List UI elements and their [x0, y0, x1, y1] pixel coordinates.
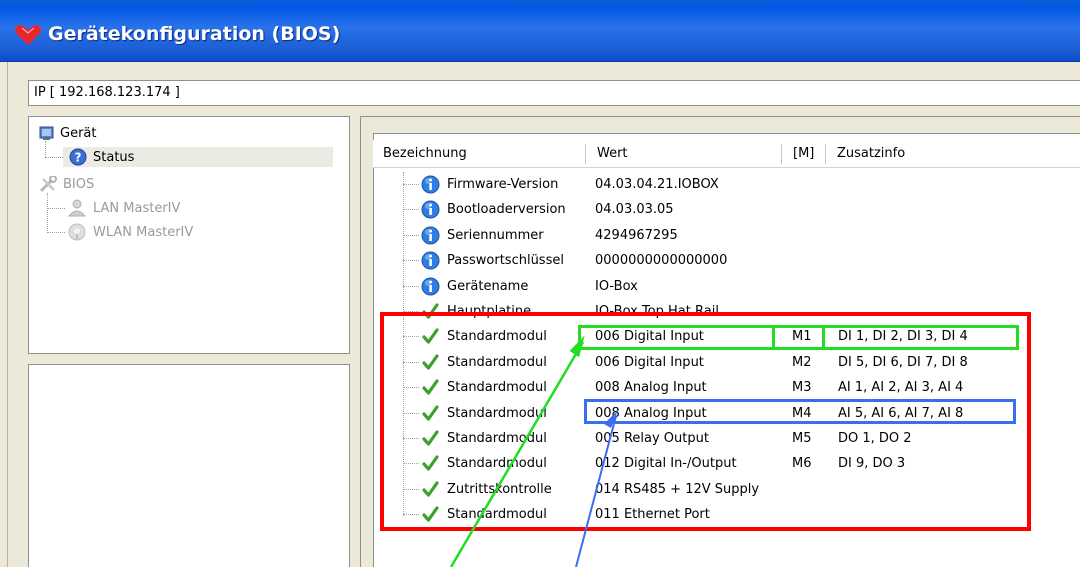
cell-wert: 04.03.04.21.IOBOX	[595, 177, 719, 192]
title-bar: Gerätekonfiguration (BIOS)	[0, 0, 1080, 62]
column-header-bezeichnung[interactable]: Bezeichnung	[377, 140, 467, 167]
cell-bezeichnung: Gerätename	[447, 279, 529, 294]
column-separator[interactable]	[825, 144, 826, 164]
tree-connector	[403, 286, 419, 287]
device-tree-panel: Gerät ? Status BIOS LAN MasterIV WLAN Ma…	[28, 116, 350, 354]
details-panel	[28, 364, 350, 567]
table-row[interactable]: Gerätename IO-Box	[373, 274, 1080, 299]
tree-item-label: BIOS	[63, 176, 95, 192]
tree-connector	[45, 141, 46, 157]
column-separator[interactable]	[781, 144, 782, 164]
tree-item-status[interactable]: ? Status	[63, 147, 333, 167]
cell-wert: 0000000000000000	[595, 253, 728, 268]
tree-connector	[47, 232, 65, 233]
cell-wert: IO-Box	[595, 279, 638, 294]
green-highlight-divider	[772, 325, 775, 350]
table-header: Bezeichnung Wert [M] Zusatzinfo	[373, 140, 1080, 168]
cell-bezeichnung: Passwortschlüssel	[447, 253, 564, 268]
tree-connector	[47, 208, 65, 209]
tree-item-label: LAN MasterIV	[93, 200, 181, 216]
network-user-icon	[67, 199, 87, 217]
cell-bezeichnung: Firmware-Version	[447, 177, 559, 192]
tree-item-bios[interactable]: BIOS	[39, 174, 94, 194]
wireless-icon	[68, 223, 86, 241]
green-highlight-divider	[822, 325, 825, 350]
info-icon	[421, 200, 440, 219]
cell-bezeichnung: Seriennummer	[447, 228, 544, 243]
blue-highlight-box	[584, 399, 1016, 424]
column-separator[interactable]	[585, 144, 586, 164]
tree-item-label: WLAN MasterIV	[93, 224, 194, 240]
info-icon	[421, 175, 440, 194]
table-row[interactable]: Firmware-Version 04.03.04.21.IOBOX	[373, 172, 1080, 197]
svg-text:?: ?	[75, 151, 82, 165]
info-icon	[421, 226, 440, 245]
column-header-wert[interactable]: Wert	[591, 140, 628, 167]
cell-wert: 4294967295	[595, 228, 678, 243]
tree-connector	[403, 235, 419, 236]
cell-bezeichnung: Bootloaderversion	[447, 202, 566, 217]
table-row[interactable]: Seriennummer 4294967295	[373, 223, 1080, 248]
tree-connector	[45, 157, 63, 158]
green-highlight-box	[578, 325, 1019, 350]
tree-connector	[403, 260, 419, 261]
table-row[interactable]: Passwortschlüssel 0000000000000000	[373, 248, 1080, 273]
tree-item-label: Status	[93, 149, 135, 165]
ip-address-field[interactable]: IP [ 192.168.123.174 ]	[28, 80, 1080, 106]
tree-connector	[47, 193, 48, 233]
info-icon	[421, 277, 440, 296]
tree-item-label: Gerät	[60, 125, 97, 141]
tree-connector	[403, 209, 419, 210]
info-icon	[421, 251, 440, 270]
window-title: Gerätekonfiguration (BIOS)	[48, 23, 341, 45]
tree-item-geraet[interactable]: Gerät	[39, 123, 96, 143]
red-heart-logo-icon	[15, 25, 41, 45]
table-row[interactable]: Bootloaderversion 04.03.03.05	[373, 197, 1080, 222]
tree-item-wlan-masteriv[interactable]: WLAN MasterIV	[67, 222, 193, 242]
column-header-zusatzinfo[interactable]: Zusatzinfo	[831, 140, 905, 167]
tree-item-lan-masteriv[interactable]: LAN MasterIV	[67, 198, 180, 218]
tools-icon	[39, 175, 57, 192]
tree-connector	[403, 184, 419, 185]
column-header-m[interactable]: [M]	[787, 140, 814, 167]
cell-wert: 04.03.03.05	[595, 202, 674, 217]
device-icon	[39, 126, 54, 140]
help-icon: ?	[69, 148, 87, 166]
